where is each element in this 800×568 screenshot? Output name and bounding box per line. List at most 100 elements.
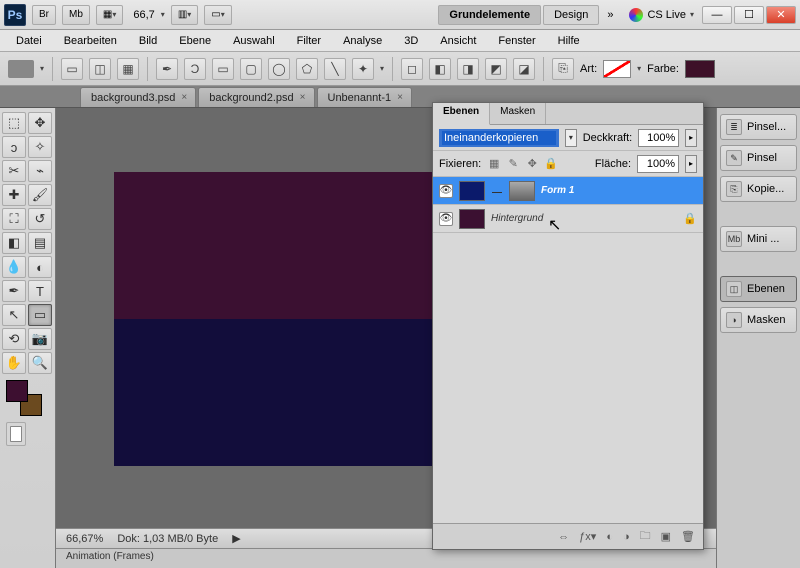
history-brush-tool[interactable]: ↺ [28,208,52,230]
dock-ebenen[interactable]: ◫Ebenen [720,276,797,302]
blur-tool[interactable]: 💧 [2,256,26,278]
combine-add-icon[interactable]: ◧ [429,58,451,80]
tab-ebenen[interactable]: Ebenen [433,103,490,125]
status-zoom[interactable]: 66,67% [66,533,103,545]
fill-slider-icon[interactable]: ▸ [685,155,697,173]
layer-thumbnail[interactable] [459,209,485,229]
move-tool[interactable]: ⬚ [2,112,26,134]
menu-fenster[interactable]: Fenster [488,33,545,49]
doc-tab-2[interactable]: Unbenannt-1× [317,87,412,107]
maximize-button[interactable]: ☐ [734,6,764,24]
minibridge-button[interactable]: Mb [62,5,90,25]
blend-mode-dropdown-icon[interactable]: ▾ [565,129,577,147]
shape-tool[interactable]: ▭ [28,304,52,326]
bridge-button[interactable]: Br [32,5,56,25]
adjustment-layer-icon[interactable]: ◑ [623,531,630,543]
cslive-button[interactable]: CS Live ▾ [629,8,694,22]
close-icon[interactable]: × [397,92,403,103]
menu-hilfe[interactable]: Hilfe [548,33,590,49]
pen-icon[interactable]: ✒ [156,58,178,80]
zoom-dropdown[interactable]: 66,7▾ [129,9,164,21]
dock-pinsel[interactable]: ✎Pinsel [720,145,797,171]
tab-masken[interactable]: Masken [490,103,546,124]
menu-3d[interactable]: 3D [394,33,428,49]
lock-all-icon[interactable]: 🔒 [544,157,558,171]
combine-intersect-icon[interactable]: ◩ [485,58,507,80]
quick-mask-toggle[interactable] [6,422,26,446]
dock-pinsel-presets[interactable]: ≣Pinsel... [720,114,797,140]
screen-mode-dropdown[interactable]: ▭ ▾ [204,5,231,25]
fill-pixels-icon[interactable]: ▦ [117,58,139,80]
visibility-toggle-icon[interactable]: 👁 [439,212,453,226]
vector-mask-thumbnail[interactable] [509,181,535,201]
type-tool[interactable]: T [28,280,52,302]
lock-transparency-icon[interactable]: ▦ [487,157,501,171]
delete-layer-icon[interactable]: 🗑 [681,530,695,543]
menu-ebene[interactable]: Ebene [169,33,221,49]
layer-mask-icon[interactable]: ◐ [606,531,613,543]
dock-masken[interactable]: ◑Masken [720,307,797,333]
dock-minibridge[interactable]: MbMini ... [720,226,797,252]
layer-form1[interactable]: 👁 ⎼ Form 1 [433,177,703,205]
animation-panel-tab[interactable]: Animation (Frames) [56,548,716,568]
document-canvas[interactable] [114,172,442,466]
line-icon[interactable]: ╲ [324,58,346,80]
menu-ansicht[interactable]: Ansicht [430,33,486,49]
healing-tool[interactable]: ✚ [2,184,26,206]
menu-bild[interactable]: Bild [129,33,167,49]
menu-bearbeiten[interactable]: Bearbeiten [54,33,127,49]
fill-color-swatch[interactable] [685,60,715,78]
minimize-button[interactable]: — [702,6,732,24]
roundrect-icon[interactable]: ▢ [240,58,262,80]
ellipse-icon[interactable]: ◯ [268,58,290,80]
doc-tab-1[interactable]: background2.psd× [198,87,314,107]
menu-analyse[interactable]: Analyse [333,33,392,49]
polygon-icon[interactable]: ⬠ [296,58,318,80]
layer-thumbnail[interactable] [459,181,485,201]
workspace-more[interactable]: » [601,6,619,24]
freeform-pen-icon[interactable]: Ɔ [184,58,206,80]
stamp-tool[interactable]: ⛶ [2,208,26,230]
layer-fx-icon[interactable]: ƒx▾ [579,530,596,543]
arrange-docs-dropdown[interactable]: ▥ ▾ [171,5,198,25]
wand-tool[interactable]: ✧ [28,136,52,158]
eraser-tool[interactable]: ◧ [2,232,26,254]
vector-mask-link-icon[interactable]: ⎼ [491,185,503,196]
workspace-design[interactable]: Design [543,5,599,25]
menu-filter[interactable]: Filter [287,33,331,49]
3dcam-tool[interactable]: 📷 [28,328,52,350]
blend-mode-select[interactable]: Ineinanderkopieren [439,129,559,147]
layer-name[interactable]: Hintergrund [491,213,543,224]
doc-tab-0[interactable]: background3.psd× [80,87,196,107]
combine-exclude-icon[interactable]: ◪ [513,58,535,80]
visibility-toggle-icon[interactable]: 👁 [439,184,453,198]
fill-input[interactable]: 100% [637,155,679,173]
fg-bg-colors[interactable] [6,380,42,416]
foreground-color[interactable] [6,380,28,402]
pen-tool[interactable]: ✒ [2,280,26,302]
workspace-grundelemente[interactable]: Grundelemente [438,5,541,25]
layer-name[interactable]: Form 1 [541,185,574,196]
lock-pixels-icon[interactable]: ✎ [506,157,520,171]
combine-new-icon[interactable]: ◻ [401,58,423,80]
dock-kopie[interactable]: ⎘Kopie... [720,176,797,202]
menu-datei[interactable]: Datei [6,33,52,49]
zoom-tool[interactable]: 🔍 [28,352,52,374]
3d-tool[interactable]: ⟲ [2,328,26,350]
paths-icon[interactable]: ◫ [89,58,111,80]
custom-shape-icon[interactable]: ✦ [352,58,374,80]
eyedropper-tool[interactable]: ⌁ [28,160,52,182]
layer-hintergrund[interactable]: 👁 Hintergrund 🔒 [433,205,703,233]
opacity-input[interactable]: 100% [638,129,679,147]
new-layer-icon[interactable]: ▣ [661,530,671,543]
hand-tool[interactable]: ✋ [2,352,26,374]
ps-logo[interactable]: Ps [4,4,26,26]
close-icon[interactable]: × [181,92,187,103]
view-extras-dropdown[interactable]: ▦ ▾ [96,5,123,25]
status-docinfo[interactable]: Dok: 1,03 MB/0 Byte [117,533,218,545]
opacity-slider-icon[interactable]: ▸ [685,129,697,147]
align-edges-icon[interactable]: ⎘ [552,58,574,80]
close-button[interactable]: ✕ [766,6,796,24]
gradient-tool[interactable]: ▤ [28,232,52,254]
link-layers-icon[interactable]: ⇔ [558,531,569,543]
